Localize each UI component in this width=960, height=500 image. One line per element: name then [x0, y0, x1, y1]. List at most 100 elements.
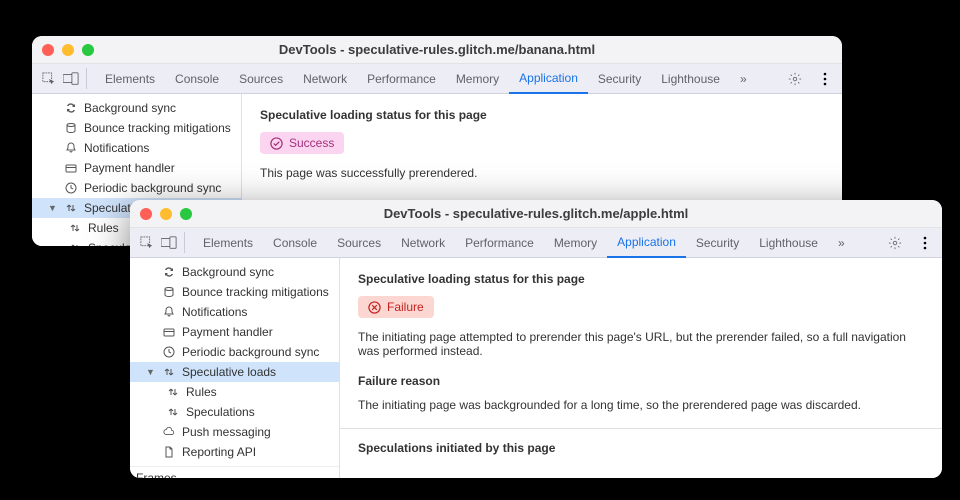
sidebar-label: Reporting API	[182, 445, 256, 459]
inspect-icon[interactable]	[38, 64, 60, 93]
updown-arrows-icon	[64, 201, 78, 215]
chevron-down-icon: ▼	[146, 367, 156, 377]
tab-security[interactable]: Security	[588, 64, 651, 94]
sidebar-label: Speculations	[186, 405, 255, 419]
sidebar-item-speculations[interactable]: Speculations	[130, 402, 339, 422]
tab-console[interactable]: Console	[263, 228, 327, 258]
sidebar-item-background-sync[interactable]: Background sync	[130, 262, 339, 282]
sidebar-item-bounce-tracking[interactable]: Bounce tracking mitigations	[32, 118, 241, 138]
window-title: DevTools - speculative-rules.glitch.me/b…	[32, 42, 842, 57]
card-icon	[64, 161, 78, 175]
sidebar-item-periodic-sync[interactable]: Periodic background sync	[32, 178, 241, 198]
more-menu-icon[interactable]	[914, 236, 936, 250]
document-icon	[162, 445, 176, 459]
tab-lighthouse[interactable]: Lighthouse	[749, 228, 828, 258]
devtools-tabbar: Elements Console Sources Network Perform…	[32, 64, 842, 94]
sidebar-item-periodic-sync[interactable]: Periodic background sync	[130, 342, 339, 362]
clock-icon	[162, 345, 176, 359]
sidebar-item-rules[interactable]: Rules	[130, 382, 339, 402]
titlebar: DevTools - speculative-rules.glitch.me/a…	[130, 200, 942, 228]
inspect-icon[interactable]	[136, 228, 158, 257]
sidebar-label: Speculative loads	[182, 365, 276, 379]
panel-tabs: Elements Console Sources Network Perform…	[95, 64, 757, 93]
tab-memory[interactable]: Memory	[544, 228, 607, 258]
speculations-heading: Speculations initiated by this page	[358, 441, 924, 455]
tab-elements[interactable]: Elements	[95, 64, 165, 94]
window-title: DevTools - speculative-rules.glitch.me/a…	[130, 206, 942, 221]
updown-arrows-icon	[162, 365, 176, 379]
sidebar-label: Periodic background sync	[84, 181, 221, 195]
tab-performance[interactable]: Performance	[357, 64, 446, 94]
updown-arrows-icon	[68, 221, 82, 235]
tab-sources[interactable]: Sources	[229, 64, 293, 94]
settings-gear-icon[interactable]	[784, 72, 806, 86]
tab-security[interactable]: Security	[686, 228, 749, 258]
status-heading: Speculative loading status for this page	[358, 272, 924, 286]
sidebar-label: Notifications	[84, 141, 149, 155]
tab-overflow-icon[interactable]: »	[730, 64, 757, 94]
card-icon	[162, 325, 176, 339]
tab-network[interactable]: Network	[293, 64, 357, 94]
sidebar-label: Bounce tracking mitigations	[182, 285, 329, 299]
application-sidebar: Background sync Bounce tracking mitigati…	[130, 258, 340, 478]
tab-console[interactable]: Console	[165, 64, 229, 94]
updown-arrows-icon	[166, 405, 180, 419]
tab-sources[interactable]: Sources	[327, 228, 391, 258]
tab-application[interactable]: Application	[607, 228, 686, 258]
tab-application[interactable]: Application	[509, 64, 588, 94]
titlebar: DevTools - speculative-rules.glitch.me/b…	[32, 36, 842, 64]
panel-tabs: Elements Console Sources Network Perform…	[193, 228, 855, 257]
tab-network[interactable]: Network	[391, 228, 455, 258]
sidebar-label: Specula	[88, 241, 131, 246]
status-description: This page was successfully prerendered.	[260, 166, 824, 180]
status-heading: Speculative loading status for this page	[260, 108, 824, 122]
bell-icon	[64, 141, 78, 155]
database-icon	[162, 285, 176, 299]
sidebar-section-frames[interactable]: Frames	[130, 466, 339, 478]
sidebar-label: Bounce tracking mitigations	[84, 121, 231, 135]
device-toggle-icon[interactable]	[60, 64, 82, 93]
sidebar-item-background-sync[interactable]: Background sync	[32, 98, 241, 118]
tab-elements[interactable]: Elements	[193, 228, 263, 258]
sidebar-label: Rules	[88, 221, 119, 235]
bell-icon	[162, 305, 176, 319]
tab-lighthouse[interactable]: Lighthouse	[651, 64, 730, 94]
clock-icon	[64, 181, 78, 195]
status-description: The initiating page attempted to prerend…	[358, 330, 924, 358]
more-menu-icon[interactable]	[814, 72, 836, 86]
sidebar-label: Payment handler	[182, 325, 273, 339]
devtools-window-apple: DevTools - speculative-rules.glitch.me/a…	[130, 200, 942, 478]
sidebar-label: Periodic background sync	[182, 345, 319, 359]
sync-icon	[64, 101, 78, 115]
status-badge-success: Success	[260, 132, 344, 154]
sidebar-item-bounce-tracking[interactable]: Bounce tracking mitigations	[130, 282, 339, 302]
sidebar-item-payment-handler[interactable]: Payment handler	[130, 322, 339, 342]
device-toggle-icon[interactable]	[158, 228, 180, 257]
sidebar-item-speculative-loads[interactable]: ▼ Speculative loads	[130, 362, 339, 382]
speculative-loads-panel: Speculative loading status for this page…	[340, 258, 942, 478]
updown-arrows-icon	[68, 241, 82, 246]
failure-reason-heading: Failure reason	[358, 374, 924, 388]
sidebar-item-notifications[interactable]: Notifications	[130, 302, 339, 322]
updown-arrows-icon	[166, 385, 180, 399]
sidebar-label: Push messaging	[182, 425, 271, 439]
cross-circle-icon	[368, 301, 381, 314]
chevron-down-icon: ▼	[48, 203, 58, 213]
devtools-tabbar: Elements Console Sources Network Perform…	[130, 228, 942, 258]
tab-overflow-icon[interactable]: »	[828, 228, 855, 258]
cloud-icon	[162, 425, 176, 439]
sidebar-item-payment-handler[interactable]: Payment handler	[32, 158, 241, 178]
tab-memory[interactable]: Memory	[446, 64, 509, 94]
status-badge-failure: Failure	[358, 296, 434, 318]
settings-gear-icon[interactable]	[884, 236, 906, 250]
failure-reason-text: The initiating page was backgrounded for…	[358, 398, 924, 412]
status-badge-label: Success	[289, 136, 334, 150]
sync-icon	[162, 265, 176, 279]
sidebar-label: Background sync	[182, 265, 274, 279]
sidebar-label: Rules	[186, 385, 217, 399]
database-icon	[64, 121, 78, 135]
sidebar-item-notifications[interactable]: Notifications	[32, 138, 241, 158]
sidebar-item-reporting-api[interactable]: Reporting API	[130, 442, 339, 462]
sidebar-item-push-messaging[interactable]: Push messaging	[130, 422, 339, 442]
tab-performance[interactable]: Performance	[455, 228, 544, 258]
